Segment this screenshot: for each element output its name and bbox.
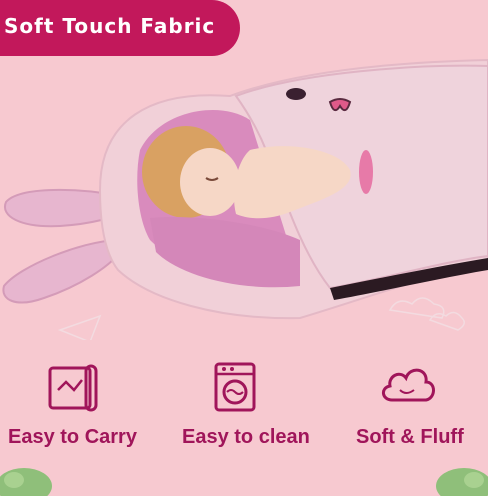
carry-mat-icon: [48, 364, 98, 412]
bunny-cheek: [359, 150, 373, 194]
banner-title: Soft Touch Fabric: [4, 14, 216, 38]
feature-label-fluff: Soft & Fluff: [356, 426, 464, 448]
title-banner: Soft Touch Fabric: [0, 0, 240, 56]
feature-row: Easy to Carry Easy to clean Soft & Fluff: [0, 360, 488, 460]
bunny-eye-left: [286, 88, 306, 100]
left-ear-bottom: [2, 238, 122, 304]
cloud-fluff-icon: [382, 368, 435, 402]
feature-label-carry: Easy to Carry: [8, 426, 137, 448]
plant-decoration-right: [436, 468, 488, 496]
child-face: [180, 148, 240, 216]
washing-machine-icon: [214, 362, 256, 412]
plant-decoration-left: [0, 468, 52, 496]
feature-label-clean: Easy to clean: [182, 426, 310, 448]
